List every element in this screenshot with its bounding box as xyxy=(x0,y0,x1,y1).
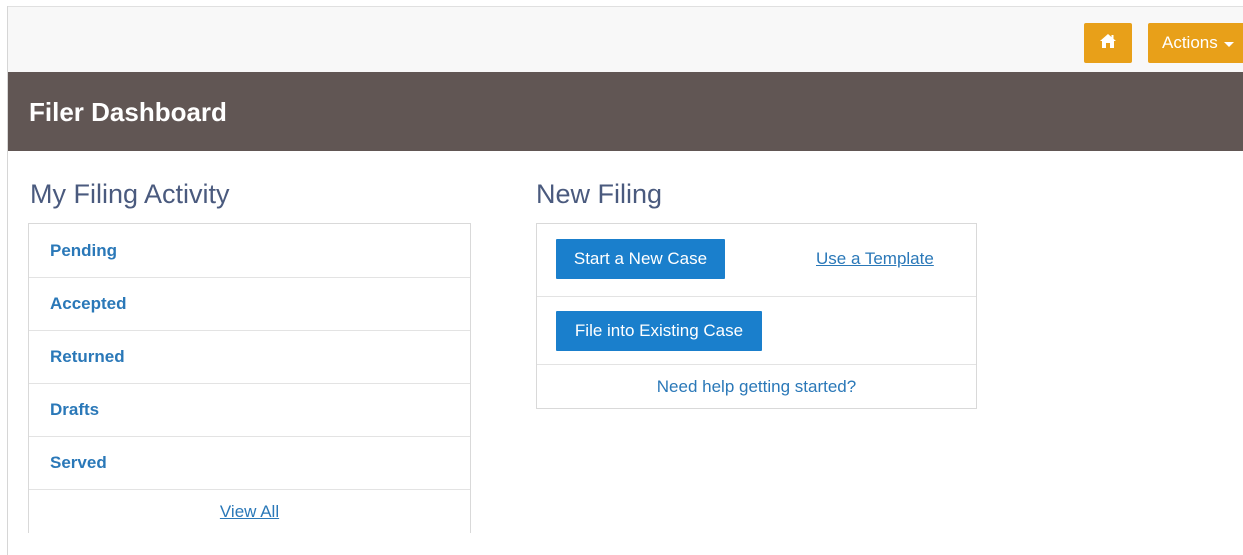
page-title: Filer Dashboard xyxy=(29,97,227,127)
new-filing-heading: New Filing xyxy=(536,179,663,209)
page-header: Filer Dashboard xyxy=(8,72,1243,151)
top-toolbar: Actions xyxy=(8,6,1243,72)
activity-item-returned[interactable]: Returned xyxy=(29,331,470,384)
view-all-link[interactable]: View All xyxy=(220,502,279,522)
home-button[interactable] xyxy=(1084,23,1132,63)
caret-down-icon xyxy=(1223,41,1234,47)
activity-item-served[interactable]: Served xyxy=(29,437,470,490)
filing-activity-list: Pending Accepted Returned Drafts Served … xyxy=(28,223,471,533)
activity-item-drafts[interactable]: Drafts xyxy=(29,384,470,437)
use-template-link[interactable]: Use a Template xyxy=(816,249,934,269)
activity-item-accepted[interactable]: Accepted xyxy=(29,278,470,331)
filing-activity-heading: My Filing Activity xyxy=(30,179,230,209)
start-new-case-button[interactable]: Start a New Case xyxy=(556,239,725,279)
help-row: Need help getting started? xyxy=(537,365,976,408)
view-all-row: View All xyxy=(29,490,470,533)
filer-dashboard-page: Actions Filer Dashboard My Filing Activi… xyxy=(0,0,1243,555)
new-case-row: Start a New Case Use a Template xyxy=(537,224,976,297)
actions-dropdown-button[interactable]: Actions xyxy=(1148,23,1243,63)
activity-item-pending[interactable]: Pending xyxy=(29,224,470,278)
new-filing-panel: Start a New Case Use a Template File int… xyxy=(536,223,977,409)
home-icon xyxy=(1099,33,1117,54)
existing-case-row: File into Existing Case xyxy=(537,297,976,365)
actions-label: Actions xyxy=(1162,33,1218,52)
help-getting-started-link[interactable]: Need help getting started? xyxy=(657,377,856,397)
file-existing-case-button[interactable]: File into Existing Case xyxy=(556,311,762,351)
